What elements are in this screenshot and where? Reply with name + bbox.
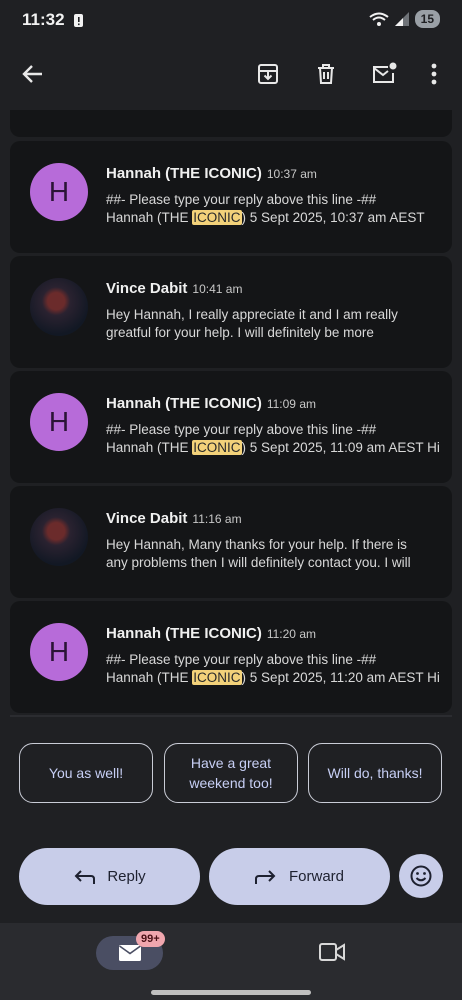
- sender-avatar: H: [30, 623, 88, 681]
- reply-label: Reply: [107, 868, 146, 885]
- message-card[interactable]: Vince Dabit 10:41 am Hey Hannah, I really…: [10, 256, 452, 368]
- search-highlight: ICONIC: [192, 210, 242, 225]
- notification-icon: [74, 14, 83, 27]
- sender-name: Vince Dabit: [106, 510, 188, 527]
- search-highlight: ICONIC: [192, 670, 242, 685]
- message-card[interactable]: H Hannah (THE ICONIC) 11:09 am ##- Please…: [10, 371, 452, 483]
- message-card[interactable]: H Hannah (THE ICONIC) 10:37 am ##- Please…: [10, 141, 452, 253]
- message-time: 10:37 am: [266, 167, 317, 181]
- message-time: 11:09 am: [266, 397, 316, 411]
- archive-button[interactable]: [252, 58, 284, 90]
- back-button[interactable]: [17, 58, 49, 90]
- message-card[interactable]: H Hannah (THE ICONIC) 11:20 am ##- Please…: [10, 601, 452, 713]
- smart-reply-chip[interactable]: Have a great weekend too!: [164, 743, 298, 803]
- nav-meet-tab[interactable]: [318, 941, 348, 965]
- message-snippet: Hey Hannah, I really appreciate it and I…: [106, 307, 398, 340]
- top-app-bar: [0, 40, 462, 110]
- sender-avatar: H: [30, 393, 88, 451]
- back-arrow-icon: [22, 65, 42, 83]
- unread-count-badge: 99+: [136, 931, 165, 947]
- delete-button[interactable]: [310, 58, 342, 90]
- message-time: 11:16 am: [192, 512, 242, 526]
- message-time: 11:20 am: [266, 627, 316, 641]
- sender-name: Hannah (THE ICONIC): [106, 625, 262, 642]
- reply-button[interactable]: Reply: [19, 848, 200, 905]
- mark-unread-button[interactable]: [368, 58, 400, 90]
- more-vert-icon: [431, 63, 437, 85]
- battery-level: 15: [414, 10, 440, 28]
- smart-reply-chip[interactable]: You as well!: [19, 743, 153, 803]
- bottom-navigation: 99+: [0, 923, 462, 1000]
- sender-avatar-photo: [30, 508, 88, 566]
- message-snippet: ##- Please type your reply above this li…: [106, 652, 440, 685]
- sender-avatar: H: [30, 163, 88, 221]
- wifi-icon: [369, 12, 389, 26]
- message-snippet: ##- Please type your reply above this li…: [106, 192, 425, 225]
- message-time: 10:41 am: [192, 282, 243, 296]
- sender-avatar-photo: [30, 278, 88, 336]
- mail-icon: [118, 945, 141, 961]
- divider: [10, 715, 452, 717]
- more-options-button[interactable]: [418, 58, 450, 90]
- message-snippet: Hey Hannah, Many thanks for your help. I…: [106, 537, 411, 570]
- search-highlight: ICONIC: [192, 440, 242, 455]
- reply-arrow-icon: [74, 869, 96, 884]
- gesture-bar: [151, 990, 311, 995]
- archive-icon: [258, 64, 278, 84]
- forward-arrow-icon: [254, 869, 276, 884]
- signal-icon: [394, 12, 409, 26]
- smart-reply-chip[interactable]: Will do, thanks!: [308, 743, 442, 803]
- emoji-reaction-button[interactable]: [399, 854, 443, 898]
- message-snippet: ##- Please type your reply above this li…: [106, 422, 440, 455]
- status-bar: 11:32 15: [0, 0, 462, 40]
- sender-name: Hannah (THE ICONIC): [106, 165, 262, 182]
- emoji-smile-icon: [410, 865, 432, 887]
- trash-icon: [318, 64, 334, 84]
- status-time: 11:32: [22, 10, 65, 29]
- sender-name: Hannah (THE ICONIC): [106, 395, 262, 412]
- video-camera-icon: [319, 943, 345, 961]
- forward-button[interactable]: Forward: [209, 848, 390, 905]
- forward-label: Forward: [288, 868, 344, 885]
- collapsed-message-card[interactable]: [10, 110, 452, 137]
- message-card[interactable]: Vince Dabit 11:16 am Hey Hannah, Many tha…: [10, 486, 452, 598]
- sender-name: Vince Dabit: [106, 280, 188, 297]
- conversation-thread: H Hannah (THE ICONIC) 10:37 am ##- Please…: [10, 110, 452, 715]
- mark-unread-icon: [373, 62, 397, 83]
